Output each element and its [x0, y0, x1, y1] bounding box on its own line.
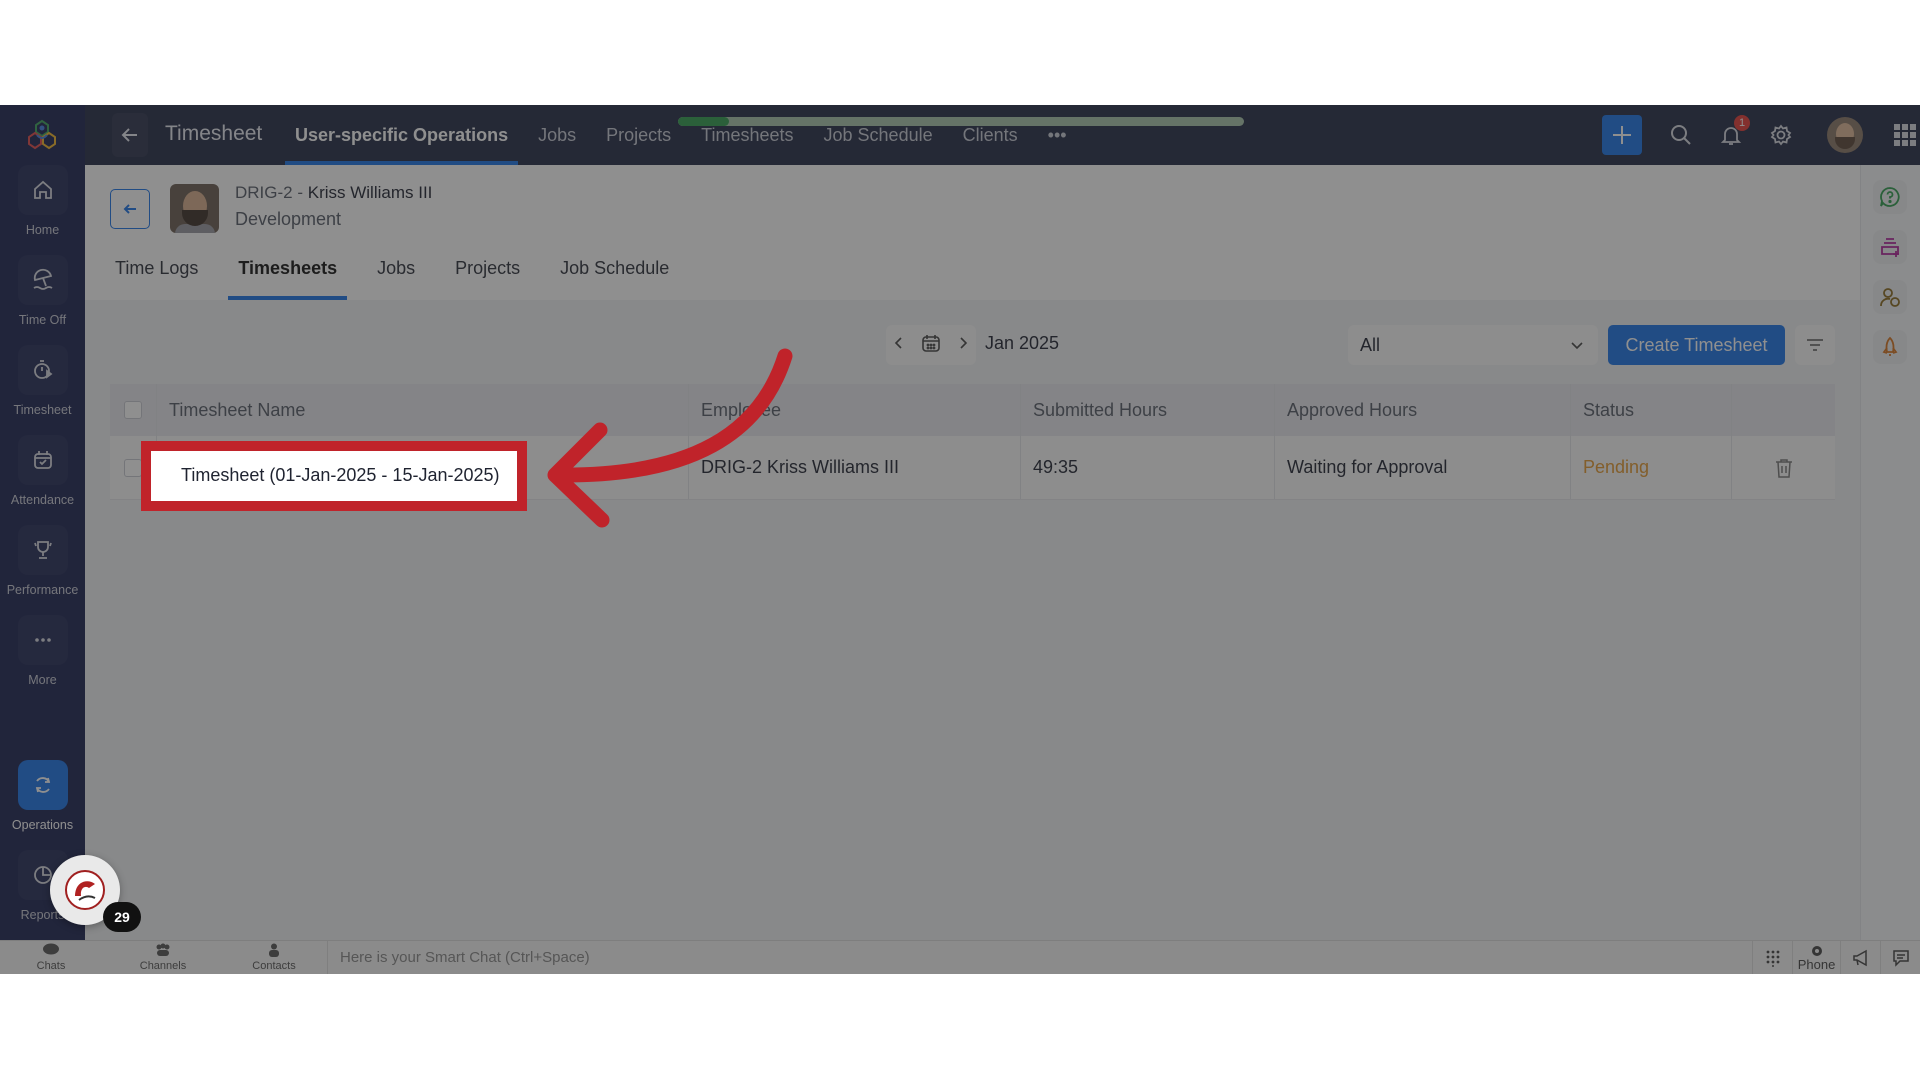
chat-unread-count: 29: [103, 902, 141, 932]
highlighted-timesheet-name: Timesheet (01-Jan-2025 - 15-Jan-2025): [181, 465, 500, 485]
app-window: Home Time Off Timesheet Attendance Perfo…: [0, 105, 1920, 974]
chatbot-logo-icon: [65, 870, 105, 910]
annotation-highlight-box[interactable]: Timesheet (01-Jan-2025 - 15-Jan-2025): [141, 441, 527, 511]
dim-overlay: [0, 105, 1920, 974]
